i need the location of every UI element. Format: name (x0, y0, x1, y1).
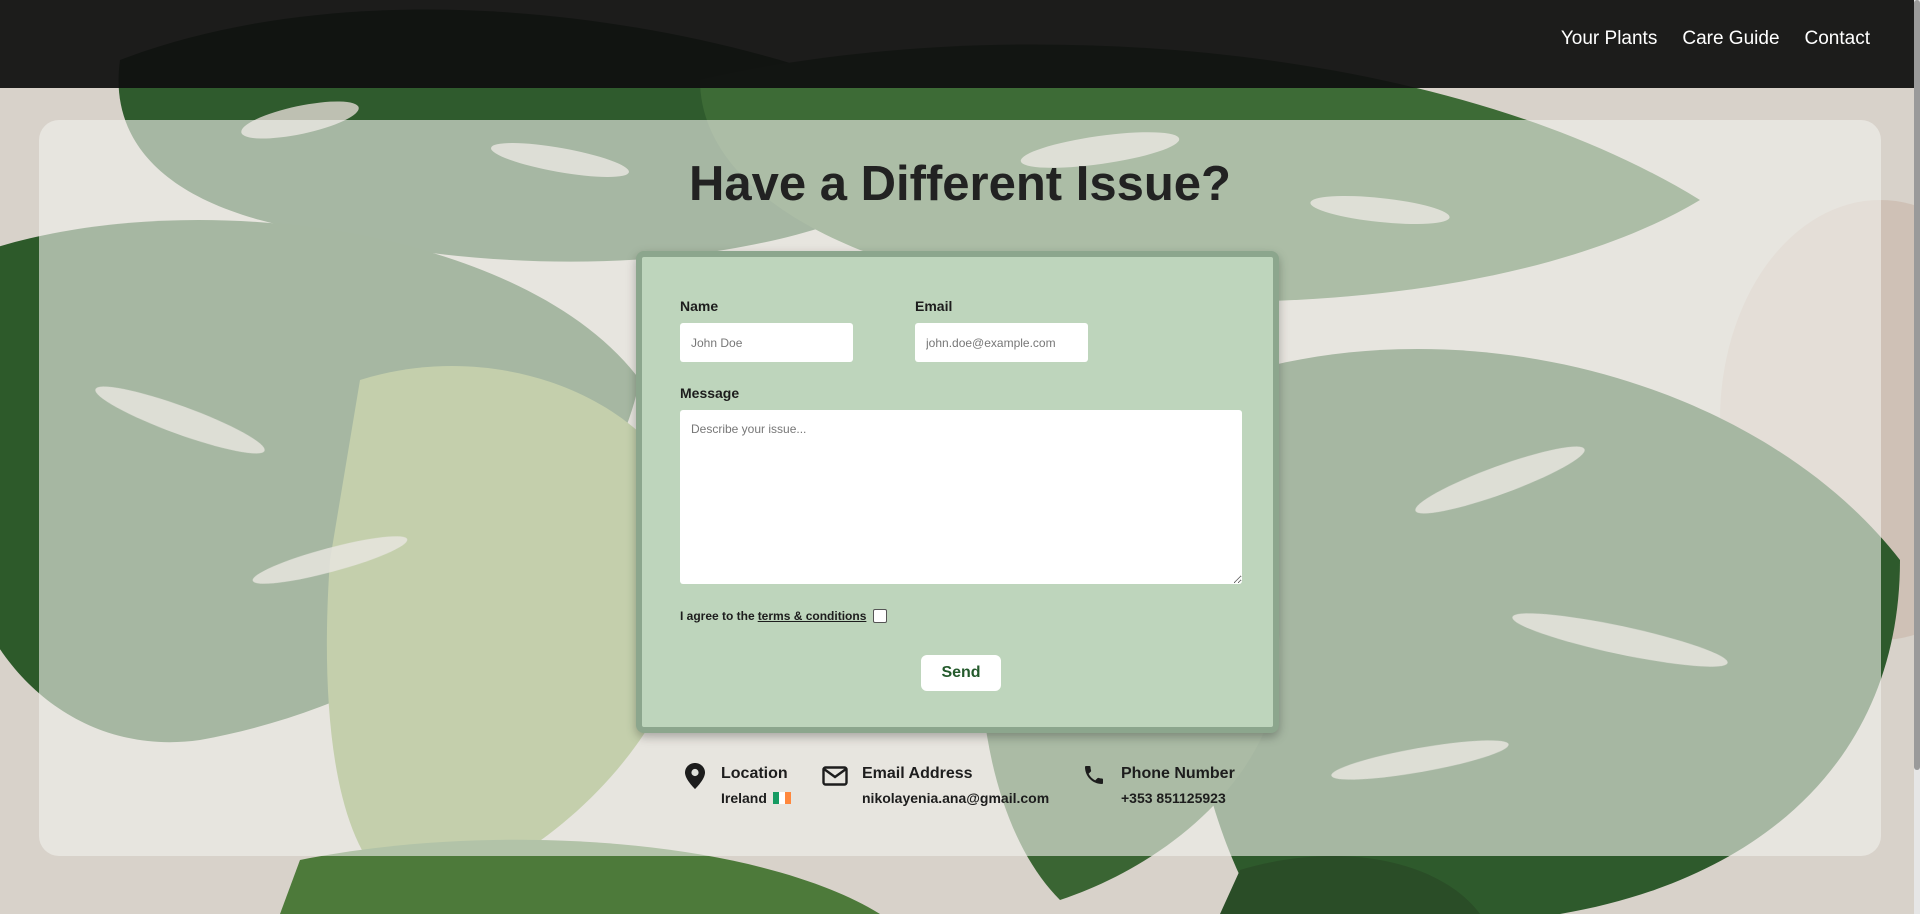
email-value: nikolayenia.ana@gmail.com (862, 790, 1050, 806)
phone-value: +353 851125923 (1121, 790, 1226, 806)
top-navbar: Your Plants Care Guide Contact (0, 0, 1920, 88)
phone-icon (1085, 766, 1103, 784)
message-textarea[interactable] (680, 410, 1242, 584)
email-label: Email (915, 298, 953, 314)
message-label: Message (680, 385, 740, 401)
nav-link-your-plants[interactable]: Your Plants (1561, 28, 1657, 50)
phone-title: Phone Number (1121, 765, 1235, 782)
location-text: Ireland (721, 790, 767, 806)
page-title: Have a Different Issue? (689, 157, 1231, 211)
map-pin-icon (685, 763, 705, 789)
name-input[interactable] (680, 323, 853, 362)
contact-panel: Have a Different Issue? Name Email Messa… (39, 120, 1881, 856)
name-label: Name (680, 298, 719, 314)
nav-link-contact[interactable]: Contact (1805, 28, 1870, 50)
terms-row: I agree to the terms & conditions (680, 609, 888, 623)
scrollbar-thumb[interactable] (1914, 0, 1920, 770)
envelope-icon (822, 766, 848, 786)
terms-link[interactable]: terms & conditions (758, 609, 867, 623)
contact-form: Name Email Message I agree to the terms … (636, 251, 1279, 733)
nav-links: Your Plants Care Guide Contact (1561, 28, 1870, 50)
email-title: Email Address (862, 765, 973, 782)
email-input[interactable] (915, 323, 1088, 362)
location-title: Location (721, 765, 788, 782)
nav-link-care-guide[interactable]: Care Guide (1682, 28, 1779, 50)
ireland-flag-icon (772, 791, 791, 807)
location-value: Ireland (721, 790, 791, 807)
send-button[interactable]: Send (921, 655, 1001, 691)
terms-prefix: I agree to the (680, 609, 755, 623)
terms-checkbox[interactable] (873, 609, 888, 623)
page-scrollbar[interactable] (1914, 0, 1920, 914)
